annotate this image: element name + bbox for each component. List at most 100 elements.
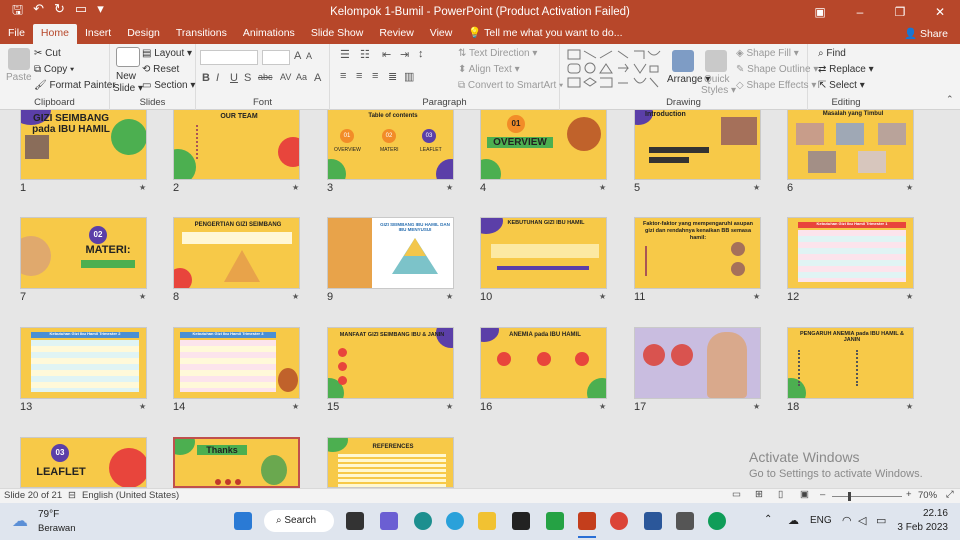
tab-file[interactable]: File	[0, 24, 33, 44]
char-spacing-button[interactable]: AV	[280, 72, 291, 82]
smartart-button[interactable]: ⧉ Convert to SmartArt ▾	[458, 80, 563, 91]
bullets-icon[interactable]: ☰	[340, 48, 350, 61]
tab-review[interactable]: Review	[371, 24, 421, 44]
columns-icon[interactable]: ▥	[404, 70, 414, 83]
whatsapp-icon[interactable]	[546, 512, 564, 530]
weather-desc[interactable]: Berawan	[38, 523, 76, 534]
section-button[interactable]: ▭ Section ▾	[142, 80, 195, 91]
shrink-font-icon[interactable]: A	[306, 51, 312, 61]
tab-design[interactable]: Design	[119, 24, 168, 44]
tab-transitions[interactable]: Transitions	[168, 24, 235, 44]
tab-view[interactable]: View	[422, 24, 461, 44]
slideshow-view-icon[interactable]: ▣	[800, 489, 809, 500]
zoom-out-icon[interactable]: –	[820, 489, 825, 500]
align-text-button[interactable]: ⬍ Align Text ▾	[458, 64, 520, 75]
battery-icon[interactable]: ▭	[876, 514, 886, 527]
slide-thumbnail-7[interactable]: 02 MATERI:	[20, 217, 147, 289]
wifi-icon[interactable]: ◠	[842, 514, 852, 527]
slide-thumbnail-2[interactable]: OUR TEAM	[173, 110, 300, 180]
minimize-icon[interactable]: –	[840, 0, 880, 24]
slide-thumbnail-5[interactable]: Introduction	[634, 110, 761, 180]
clock-time[interactable]: 22.16	[904, 508, 948, 519]
text-direction-button[interactable]: ⇅ Text Direction ▾	[458, 48, 537, 59]
underline-button[interactable]: U	[230, 72, 238, 84]
share-button[interactable]: 👤 Share	[898, 26, 954, 42]
language-status[interactable]: English (United States)	[82, 490, 179, 501]
layout-button[interactable]: ▤ Layout ▾	[142, 48, 192, 59]
quick-styles-icon[interactable]	[705, 50, 727, 72]
slide-thumbnail-12[interactable]: Kebutuhan Gizi Ibu Hamil Trimester 1	[787, 217, 914, 289]
paste-button[interactable]: Paste	[6, 72, 32, 83]
grow-font-icon[interactable]: A	[294, 50, 301, 62]
present-icon[interactable]: ▭	[75, 1, 87, 23]
slide-thumbnail-13[interactable]: Kebutuhan Gizi Ibu Hamil Trimester 2	[20, 327, 147, 399]
tab-animations[interactable]: Animations	[235, 24, 303, 44]
font-color-button[interactable]: A	[314, 72, 321, 84]
tab-slide-show[interactable]: Slide Show	[303, 24, 372, 44]
font-size-input[interactable]	[262, 50, 290, 65]
change-case-button[interactable]: Aa	[296, 72, 307, 82]
zoom-slider[interactable]	[832, 496, 902, 497]
tab-insert[interactable]: Insert	[77, 24, 119, 44]
slide-thumbnail-1[interactable]: GIZI SEIMBANG pada IBU HAMIL	[20, 110, 147, 180]
edge-icon[interactable]	[414, 512, 432, 530]
justify-icon[interactable]: ≣	[388, 70, 397, 83]
strikethrough-button[interactable]: abc	[258, 72, 273, 82]
fit-to-window-icon[interactable]: ⤢	[946, 489, 954, 500]
reading-view-icon[interactable]: ▯	[778, 489, 783, 500]
input-language[interactable]: ENG	[810, 515, 832, 526]
chrome-icon[interactable]	[610, 512, 628, 530]
redo-icon[interactable]: ↻	[54, 1, 65, 23]
slide-thumbnail-16[interactable]: ANEMIA pada IBU HAMIL	[480, 327, 607, 399]
slide-thumbnail-11[interactable]: Faktor-faktor yang mempengaruhi asupan g…	[634, 217, 761, 289]
align-right-icon[interactable]: ≡	[372, 70, 378, 82]
word-icon[interactable]	[644, 512, 662, 530]
close-icon[interactable]: ✕	[920, 0, 960, 24]
cut-button[interactable]: ✂ Cut	[34, 48, 61, 59]
slide-thumbnail-21[interactable]: REFERENCES	[327, 437, 454, 488]
new-slide-button[interactable]: New	[116, 71, 136, 82]
tell-me-search[interactable]: 💡 Tell me what you want to do...	[468, 24, 622, 44]
italic-button[interactable]: I	[216, 72, 219, 84]
align-left-icon[interactable]: ≡	[340, 70, 346, 82]
slide-thumbnail-4[interactable]: 01 OVERVIEW	[480, 110, 607, 180]
restore-icon[interactable]: ❐	[880, 0, 920, 24]
slide-thumbnail-6[interactable]: Masalah yang Timbul	[787, 110, 914, 180]
task-view-icon[interactable]	[346, 512, 364, 530]
increase-indent-icon[interactable]: ⇥	[400, 48, 409, 61]
customize-icon[interactable]: ▾	[97, 1, 104, 23]
slide-thumbnail-8[interactable]: PENGERTIAN GIZI SEIMBANG	[173, 217, 300, 289]
new-slide-icon[interactable]	[116, 47, 140, 67]
slide-thumbnail-14[interactable]: Kebutuhan Gizi Ibu Hamil Trimester 3	[173, 327, 300, 399]
tab-home[interactable]: Home	[32, 24, 77, 44]
format-painter-button[interactable]: 🖌 Format Painter	[34, 80, 116, 91]
chrome-profile-icon[interactable]	[708, 512, 726, 530]
taskbar-search[interactable]: ⌕ Search	[264, 510, 334, 532]
shape-effects-button[interactable]: ◇ Shape Effects ▾	[736, 80, 816, 91]
slide-thumbnail-9[interactable]: GIZI SEIMBANG IBU HAMIL DAN IBU MENYUSUI	[327, 217, 454, 289]
arrange-icon[interactable]	[672, 50, 694, 72]
bold-button[interactable]: B	[202, 72, 210, 84]
weather-temp[interactable]: 79°F	[38, 509, 59, 520]
chevron-up-icon[interactable]: ⌃	[764, 514, 772, 525]
slide-thumbnail-18[interactable]: PENGARUH ANEMIA pada IBU HAMIL & JANIN	[787, 327, 914, 399]
copy-button[interactable]: ⧉ Copy ▾	[34, 64, 74, 75]
ribbon-display-icon[interactable]: ▣	[800, 0, 840, 24]
zoom-slider-handle[interactable]	[848, 492, 851, 501]
slide-thumbnail-10[interactable]: KEBUTUHAN GIZI IBU HAMIL	[480, 217, 607, 289]
collapse-ribbon-icon[interactable]: ⌃	[946, 94, 954, 105]
camera-icon[interactable]	[676, 512, 694, 530]
zoom-level[interactable]: 70%	[918, 490, 937, 501]
find-button[interactable]: ⌕ Find	[818, 48, 846, 59]
save-icon[interactable]: 🖫	[12, 1, 23, 23]
volume-icon[interactable]: ◁	[858, 514, 866, 527]
slide-thumbnail-20-selected[interactable]: Thanks	[173, 437, 300, 488]
slide-thumbnail-15[interactable]: MANFAAT GIZI SEIMBANG IBU & JANIN	[327, 327, 454, 399]
paste-icon[interactable]	[8, 48, 30, 70]
spelling-icon[interactable]: ⊟	[68, 490, 76, 501]
numbering-icon[interactable]: ☷	[360, 48, 370, 61]
shapes-gallery[interactable]	[566, 48, 662, 92]
reset-button[interactable]: ⟲ Reset	[142, 64, 179, 75]
select-button[interactable]: ⇱ Select ▾	[818, 80, 865, 91]
replace-button[interactable]: ⇄ Replace ▾	[818, 64, 874, 75]
